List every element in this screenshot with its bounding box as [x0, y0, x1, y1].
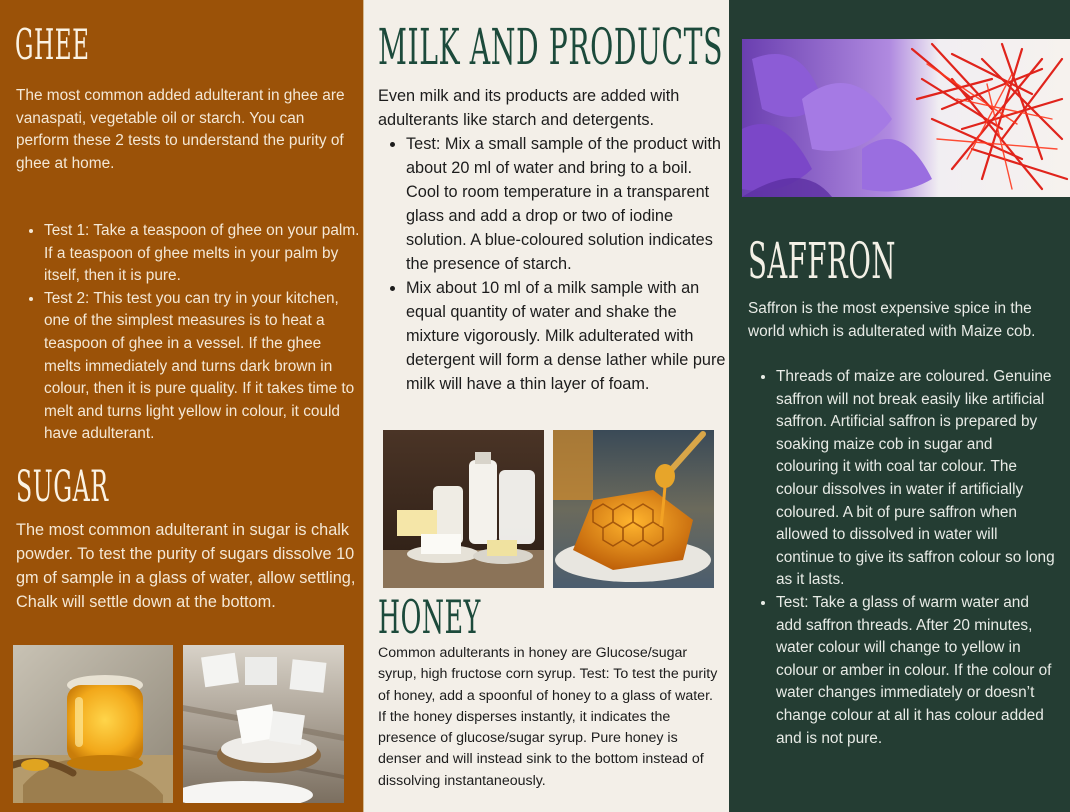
milk-tests-list: Test: Mix a small sample of the product … — [378, 132, 728, 396]
honey-text: Common adulterants in honey are Glucose/… — [378, 645, 718, 789]
honey-heading: HONEY — [378, 590, 481, 644]
saffron-heading: SAFFRON — [748, 232, 897, 290]
ghee-tests-list: Test 1: Take a teaspoon of ghee on your … — [16, 220, 362, 446]
ghee-sugar-panel: GHEE The most common added adulterant in… — [0, 0, 363, 812]
honeycomb-photo — [553, 430, 714, 588]
milk-test-item: Mix about 10 ml of a milk sample with an… — [406, 276, 728, 396]
dairy-products-photo — [383, 430, 544, 588]
sugar-cubes-photo — [183, 645, 344, 803]
saffron-test-item: Threads of maize are coloured. Genuine s… — [776, 366, 1058, 592]
milk-heading: MILK AND PRODUCTS — [378, 18, 723, 76]
sugar-heading: SUGAR — [16, 462, 109, 512]
brochure-page: GHEE The most common added adulterant in… — [0, 0, 1070, 812]
ghee-jar-photo — [13, 645, 173, 803]
sugar-text: The most common adulterant in sugar is c… — [16, 521, 356, 611]
ghee-heading: GHEE — [15, 20, 90, 69]
milk-honey-panel: MILK AND PRODUCTS Even milk and its prod… — [363, 0, 729, 812]
saffron-test-item: Test: Take a glass of warm water and add… — [776, 592, 1058, 750]
ghee-test-item: Test 1: Take a teaspoon of ghee on your … — [44, 220, 362, 288]
saffron-tests-list: Threads of maize are coloured. Genuine s… — [748, 366, 1058, 750]
ghee-intro: The most common added adulterant in ghee… — [16, 87, 345, 172]
ghee-test-item: Test 2: This test you can try in your ki… — [44, 288, 362, 446]
saffron-panel: SAFFRON Saffron is the most expensive sp… — [729, 0, 1070, 812]
saffron-flowers-photo — [742, 39, 1070, 197]
milk-test-item: Test: Mix a small sample of the product … — [406, 132, 728, 276]
milk-intro: Even milk and its products are added wit… — [378, 87, 680, 129]
saffron-intro: Saffron is the most expensive spice in t… — [748, 300, 1036, 340]
